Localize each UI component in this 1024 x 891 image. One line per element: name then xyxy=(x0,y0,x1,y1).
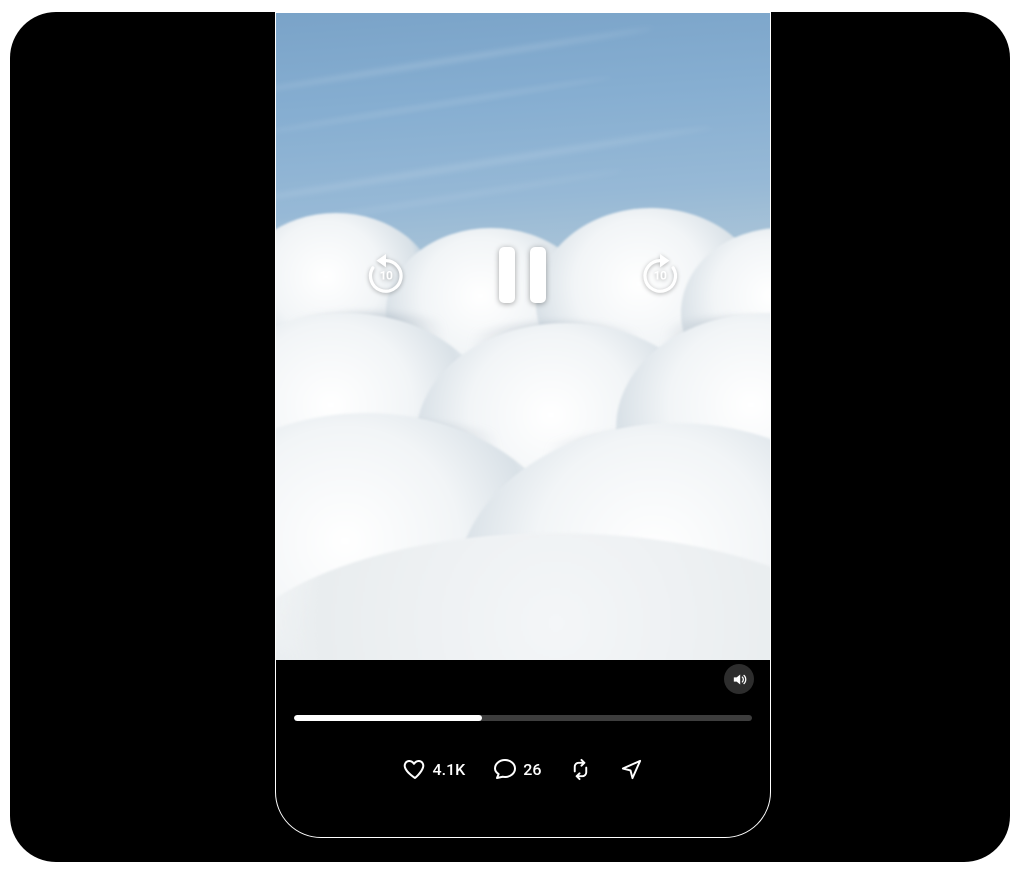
pause-icon xyxy=(530,247,546,303)
progress-fill xyxy=(294,715,482,721)
app-frame: 10 10 xyxy=(10,12,1010,862)
progress-bar[interactable] xyxy=(294,715,752,721)
pause-icon xyxy=(499,247,515,303)
skip-back-seconds: 10 xyxy=(365,269,407,283)
pause-button[interactable] xyxy=(499,247,547,303)
comment-count: 26 xyxy=(523,760,541,779)
heart-icon xyxy=(403,757,427,781)
phone-screen: 10 10 xyxy=(275,12,771,838)
skip-forward-button[interactable]: 10 xyxy=(639,254,681,296)
volume-button[interactable] xyxy=(724,664,754,694)
like-count: 4.1K xyxy=(433,760,466,779)
repost-button[interactable] xyxy=(569,758,592,781)
engagement-row: 4.1K 26 xyxy=(276,749,770,789)
cloud-deck xyxy=(276,13,770,660)
video-content-sky xyxy=(276,13,770,660)
skip-forward-seconds: 10 xyxy=(639,269,681,283)
share-icon xyxy=(620,758,643,781)
repost-icon xyxy=(569,758,592,781)
volume-icon xyxy=(731,671,748,688)
video-viewport[interactable]: 10 10 xyxy=(276,13,770,660)
comment-icon xyxy=(493,757,517,781)
comment-button[interactable]: 26 xyxy=(493,757,541,781)
playback-controls: 10 10 xyxy=(276,245,770,305)
skip-back-button[interactable]: 10 xyxy=(365,254,407,296)
like-button[interactable]: 4.1K xyxy=(403,757,466,781)
share-button[interactable] xyxy=(620,758,643,781)
